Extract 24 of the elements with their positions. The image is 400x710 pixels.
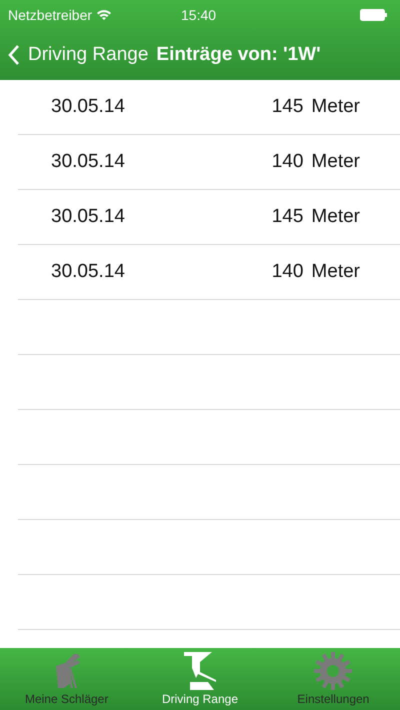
entry-date: 30.05.14 (51, 150, 126, 174)
carrier-name: Netzbetreiber (8, 6, 92, 24)
back-chevron-icon (8, 44, 20, 66)
back-button[interactable]: Driving Range (8, 40, 148, 70)
screen-title: Einträge von: '1W' (156, 42, 321, 67)
entry-distance: 140 (272, 260, 304, 284)
entry-distance: 140 (272, 150, 304, 174)
entry-unit: Meter (311, 94, 360, 119)
tab-item[interactable]: Einstellungen (266, 648, 400, 710)
driving-range-icon (184, 652, 216, 690)
entry-distance: 145 (272, 204, 304, 229)
battery-icon (360, 9, 388, 21)
entry-distance: 145 (272, 94, 304, 119)
entry-date: 30.05.14 (51, 204, 126, 229)
entry-date: 30.05.14 (51, 94, 126, 119)
entry-unit: Meter (311, 150, 360, 174)
wifi-icon (96, 9, 112, 21)
settings-icon (314, 652, 352, 690)
clock-time: 15:40 (181, 6, 216, 24)
entry-unit: Meter (311, 260, 360, 284)
entry-unit: Meter (311, 204, 360, 229)
tab-item[interactable]: Driving Range (133, 648, 267, 710)
entry-date: 30.05.14 (51, 260, 126, 284)
tab-item[interactable]: Meine Schläger (0, 648, 134, 710)
